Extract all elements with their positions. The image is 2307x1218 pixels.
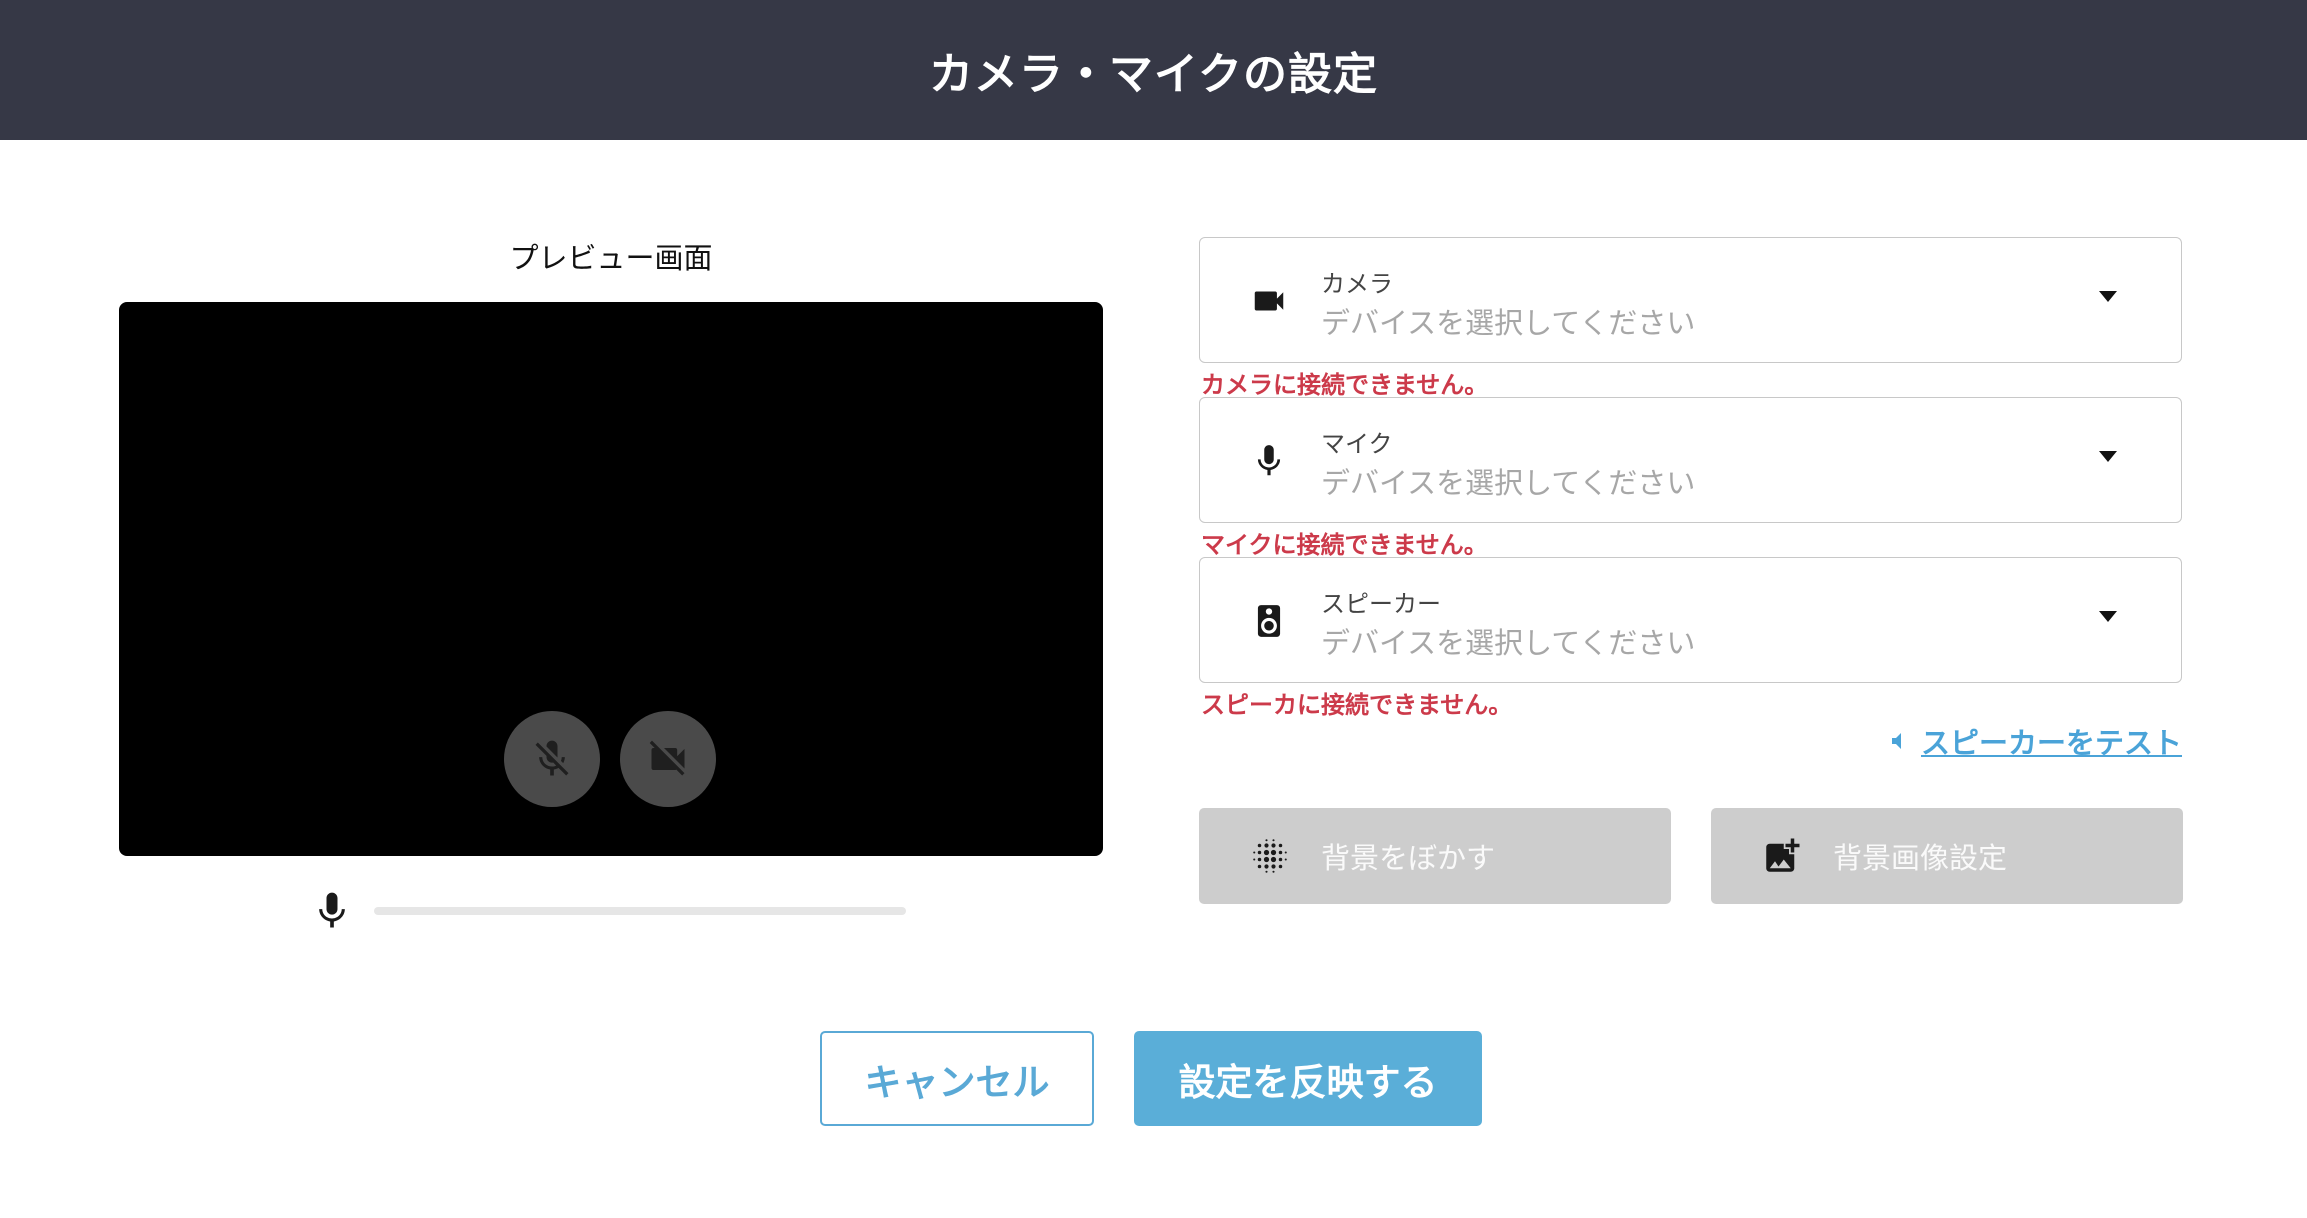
chevron-down-icon	[2099, 611, 2117, 622]
blur-icon	[1253, 839, 1287, 873]
mic-select-label: マイク	[1321, 430, 1393, 458]
speaker-icon	[1257, 605, 1281, 637]
blur-background-label: 背景をぼかす	[1321, 841, 1496, 875]
camera-select-placeholder: デバイスを選択してください	[1321, 306, 1696, 340]
chevron-down-icon	[2099, 291, 2117, 302]
speaker-select-placeholder: デバイスを選択してください	[1321, 626, 1696, 660]
apply-settings-button[interactable]: 設定を反映する	[1134, 1031, 1482, 1126]
background-image-button[interactable]: 背景画像設定	[1711, 808, 2183, 904]
blur-background-button[interactable]: 背景をぼかす	[1199, 808, 1671, 904]
speaker-select[interactable]: スピーカー デバイスを選択してください	[1199, 557, 2182, 683]
mic-select-placeholder: デバイスを選択してください	[1321, 466, 1696, 500]
videocam-icon	[1254, 291, 1284, 311]
camera-error: カメラに接続できません。	[1201, 371, 1489, 399]
add-photo-icon	[1766, 838, 1800, 872]
chevron-down-icon	[2099, 451, 2117, 462]
disable-camera-button[interactable]	[620, 711, 716, 807]
mic-error: マイクに接続できません。	[1201, 531, 1488, 559]
videocam-off-icon	[649, 740, 685, 776]
mic-icon	[1257, 445, 1281, 476]
camera-select-label: カメラ	[1321, 270, 1393, 298]
cancel-button[interactable]: キャンセル	[820, 1031, 1094, 1126]
mic-off-icon	[535, 740, 569, 776]
speaker-select-label: スピーカー	[1321, 590, 1441, 618]
video-preview	[119, 302, 1103, 856]
speaker-test-label: スピーカーをテスト	[1920, 726, 2182, 760]
mute-mic-button[interactable]	[504, 711, 600, 807]
speaker-error: スピーカに接続できません。	[1201, 691, 1513, 719]
volume-icon	[1891, 733, 1901, 749]
mic-icon	[319, 892, 345, 928]
camera-select[interactable]: カメラ デバイスを選択してください	[1199, 237, 2182, 363]
page-title: カメラ・マイクの設定	[928, 49, 1379, 100]
header-bar: カメラ・マイクの設定	[0, 0, 2307, 140]
mic-select[interactable]: マイク デバイスを選択してください	[1199, 397, 2182, 523]
background-image-label: 背景画像設定	[1833, 841, 2008, 875]
mic-level-meter	[374, 907, 906, 915]
preview-label: プレビュー画面	[509, 241, 713, 275]
speaker-test-link[interactable]: スピーカーをテスト	[1885, 720, 2182, 762]
